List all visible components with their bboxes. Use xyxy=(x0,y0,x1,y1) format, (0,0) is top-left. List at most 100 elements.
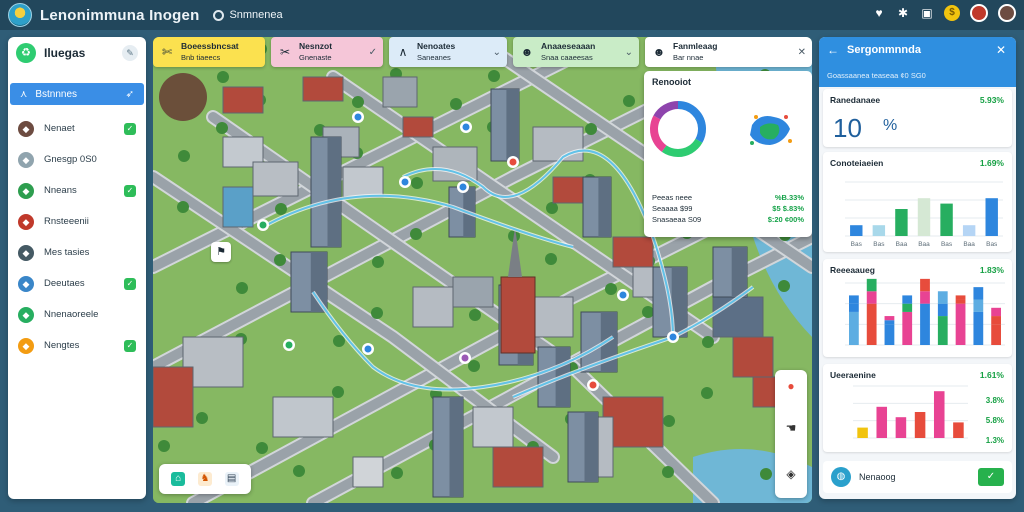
kpi-value: 5.93% xyxy=(979,95,1004,105)
tree xyxy=(545,253,557,265)
card-text: Fanmleaag Bar nnae xyxy=(673,41,798,63)
stats-value: $:20 ¢00% xyxy=(767,215,804,224)
tree xyxy=(623,95,635,107)
sidebar-item-label: Nengtes xyxy=(44,340,80,351)
tree xyxy=(352,96,364,108)
card-action-icon[interactable]: ⌄ xyxy=(493,47,501,58)
tower-shade xyxy=(731,247,747,297)
bar xyxy=(866,278,877,292)
building xyxy=(732,336,774,378)
bar xyxy=(973,287,984,300)
bar xyxy=(866,291,877,304)
bar xyxy=(902,295,913,304)
stats-value: %B.33% xyxy=(774,193,804,202)
bus-icon[interactable]: ▤ xyxy=(224,472,239,486)
poi-marker[interactable]: ⚑ xyxy=(211,242,231,262)
card-action-icon[interactable]: ✕ xyxy=(798,47,806,58)
settings-icon[interactable]: ✱ xyxy=(896,6,910,20)
bike-icon[interactable]: ♞ xyxy=(197,472,212,486)
tick-label: Bas xyxy=(851,241,863,248)
layers-icon[interactable]: ◈ xyxy=(783,466,799,482)
confirm-button[interactable]: ✓ xyxy=(978,468,1004,486)
building xyxy=(352,456,384,488)
app-title: Lenonimmuna Inogen xyxy=(40,6,200,24)
city-map[interactable]: ✄ Boeessbncsat Bnb tiaeecs ✂ Nesnzot Gnenaste… xyxy=(153,37,812,503)
card-subtitle: Snaa caaeesas xyxy=(541,53,593,62)
sidebar-item[interactable]: ◆ Nengtes ✓ xyxy=(8,330,146,361)
record-icon[interactable]: ● xyxy=(783,378,799,394)
sidebar-item-label: Bstnnnes xyxy=(35,88,78,100)
tree xyxy=(332,386,344,398)
app-subtitle[interactable]: Snmnenea xyxy=(213,9,283,21)
close-icon[interactable]: ✕ xyxy=(996,43,1006,57)
sidebar: ♻ Iluegas ✎ ⋏ Bstnnnes ➶ ◆ Nenaet ✓ ◆ Gnesgp… xyxy=(8,37,146,499)
dirt-patch xyxy=(159,73,207,121)
bar xyxy=(920,303,930,345)
recycle-icon: ♻ xyxy=(16,43,36,63)
card-title: Nesnzot xyxy=(299,41,333,51)
church xyxy=(500,276,536,354)
heart-icon[interactable]: ♥ xyxy=(872,6,886,20)
building xyxy=(153,366,194,428)
card-title: Boeessbncsat xyxy=(181,41,239,51)
bar xyxy=(866,303,877,345)
avatar[interactable] xyxy=(998,4,1016,22)
sidebar-item[interactable]: ◆ Nenaet ✓ xyxy=(8,113,146,144)
bar xyxy=(973,311,984,345)
map-filter-card[interactable]: ✄ Boeessbncsat Bnb tiaeecs xyxy=(153,37,265,67)
coin-icon[interactable]: $ xyxy=(944,5,960,21)
card-action-icon[interactable]: ✓ xyxy=(369,47,377,58)
chart-card-3: Ueeraenine 1.61% 3.8% 5.8% 1.3% xyxy=(823,364,1012,452)
tree xyxy=(256,442,268,454)
check-icon[interactable]: ✓ xyxy=(124,339,136,352)
sidebar-item[interactable]: ◆ Rnsteeenii xyxy=(8,206,146,237)
building xyxy=(252,161,299,197)
tower-shade xyxy=(598,177,611,237)
map-filter-card[interactable]: ☻ Anaaeseaaan Snaa caaeesas ⌄ xyxy=(513,37,639,67)
card-subtitle: Saneanes xyxy=(417,53,451,62)
app-subtitle-label: Snmnenea xyxy=(229,9,283,21)
card-text: Anaaeseaaan Snaa caaeesas xyxy=(541,41,625,63)
panel-header: ← Sergonmnnda ✕ Goassaanea teaseaa ¢0 SG… xyxy=(819,37,1016,87)
stats-graphics xyxy=(650,101,792,157)
pin-icon[interactable]: ✎ xyxy=(122,45,138,61)
bar xyxy=(991,307,1001,317)
stats-value: $5 $.83% xyxy=(772,204,804,213)
category-icon: ✂ xyxy=(279,45,291,59)
building xyxy=(412,286,454,328)
sidebar-item-active[interactable]: ⋏ Bstnnnes ➶ xyxy=(10,83,144,105)
tower-shade xyxy=(327,137,341,247)
card-action-icon[interactable]: ⌄ xyxy=(625,47,633,58)
bar xyxy=(849,311,859,345)
sidebar-item[interactable]: ◆ Nnenaoreele xyxy=(8,299,146,330)
check-icon[interactable]: ✓ xyxy=(124,277,136,290)
building xyxy=(712,296,764,338)
map-marker-dot xyxy=(669,333,677,341)
building xyxy=(272,396,334,438)
building xyxy=(222,186,254,228)
back-arrow-icon[interactable]: ← xyxy=(827,43,839,57)
tick-label: Baa xyxy=(918,241,930,248)
hand-icon[interactable]: ☚ xyxy=(783,420,799,436)
map-filter-card[interactable]: ✂ Nesnzot Gnenaste ✓ xyxy=(271,37,383,67)
home-icon[interactable]: ⌂ xyxy=(171,472,186,486)
sidebar-item[interactable]: ◆ Mes tasies xyxy=(8,237,146,268)
tower-shade xyxy=(584,412,598,482)
window-icon[interactable]: ▣ xyxy=(920,6,934,20)
bar xyxy=(902,303,913,312)
bar xyxy=(962,225,976,236)
sidebar-item[interactable]: ◆ Nneans ✓ xyxy=(8,175,146,206)
tree xyxy=(701,387,713,399)
world-map-icon xyxy=(750,115,792,145)
sidebar-item[interactable]: ◆ Deeutaes ✓ xyxy=(8,268,146,299)
bar xyxy=(902,311,913,345)
map-filter-card[interactable]: ∧ Nenoates Saneanes ⌄ xyxy=(389,37,507,67)
bar xyxy=(937,291,948,304)
check-icon[interactable]: ✓ xyxy=(124,122,136,135)
map-filter-card[interactable]: ☻ Fanmleaag Bar nnae ✕ xyxy=(645,37,812,67)
tree xyxy=(372,256,384,268)
check-icon[interactable]: ✓ xyxy=(124,184,136,197)
avatar[interactable] xyxy=(970,4,988,22)
category-icon: ◆ xyxy=(18,182,34,199)
sidebar-item[interactable]: ◆ Gnesgp 0S0 xyxy=(8,144,146,175)
